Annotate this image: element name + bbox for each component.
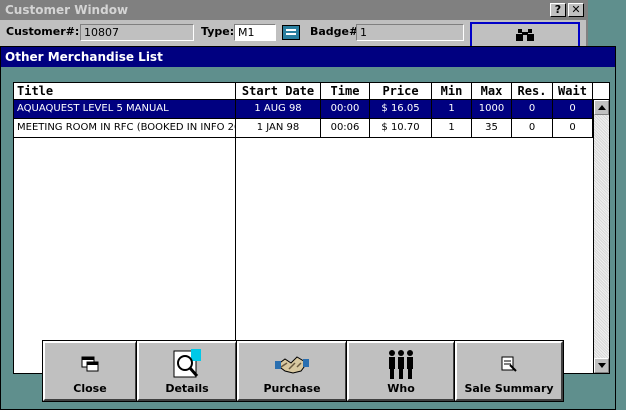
- row-price: $ 10.70: [370, 119, 432, 138]
- scroll-up-icon[interactable]: [594, 100, 609, 115]
- type-field[interactable]: M1: [234, 24, 276, 41]
- column-header-max[interactable]: Max: [472, 83, 512, 100]
- row-res: 0: [512, 119, 553, 138]
- badge-label: Badge#:: [310, 25, 363, 38]
- column-header-res[interactable]: Res.: [512, 83, 553, 100]
- handshake-icon: [275, 349, 309, 379]
- row-wait: 0: [553, 119, 593, 138]
- row-min: 1: [432, 100, 472, 119]
- close-button-label: Close: [73, 382, 107, 395]
- sale-summary-button[interactable]: Sale Summary: [454, 340, 564, 402]
- binoculars-icon: [516, 29, 534, 41]
- close-icon[interactable]: ✕: [568, 3, 584, 17]
- purchase-button[interactable]: Purchase: [236, 340, 348, 402]
- customer-window-title: Customer Window: [5, 3, 129, 17]
- row-wait: 0: [553, 100, 593, 119]
- help-button[interactable]: ?: [550, 3, 566, 17]
- purchase-button-label: Purchase: [263, 382, 321, 395]
- table-row[interactable]: MEETING ROOM IN RFC (BOOKED IN INFO 20 1…: [14, 119, 593, 138]
- type-lookup-icon[interactable]: [282, 25, 300, 40]
- row-title: MEETING ROOM IN RFC (BOOKED IN INFO 20: [14, 119, 236, 138]
- row-max: 35: [472, 119, 512, 138]
- vertical-scrollbar[interactable]: [593, 100, 609, 373]
- column-header-min[interactable]: Min: [432, 83, 472, 100]
- row-start-date: 1 JAN 98: [236, 119, 321, 138]
- column-header-title[interactable]: Title: [14, 83, 236, 100]
- column-header-start-date[interactable]: Start Date: [236, 83, 321, 100]
- details-button[interactable]: Details: [136, 340, 238, 402]
- receipt-icon: [492, 349, 526, 379]
- dialog-title[interactable]: Other Merchandise List: [1, 47, 615, 67]
- who-button[interactable]: Who: [346, 340, 456, 402]
- list-header: Title Start Date Time Price Min Max Res.…: [14, 83, 609, 100]
- row-time: 00:00: [321, 100, 370, 119]
- merchandise-list[interactable]: Title Start Date Time Price Min Max Res.…: [13, 82, 610, 374]
- badge-number-field[interactable]: 1: [356, 24, 464, 41]
- customer-window: Customer Window ? ✕ Customer#: 10807 Typ…: [0, 0, 588, 48]
- customer-window-titlebar[interactable]: Customer Window ? ✕: [0, 0, 588, 20]
- table-row[interactable]: AQUAQUEST LEVEL 5 MANUAL 1 AUG 98 00:00 …: [14, 100, 593, 119]
- details-button-label: Details: [165, 382, 209, 395]
- type-label: Type:: [201, 25, 235, 38]
- people-icon: [384, 349, 418, 379]
- column-divider: [235, 100, 236, 373]
- row-res: 0: [512, 100, 553, 119]
- magnifier-document-icon: [170, 349, 204, 379]
- close-button[interactable]: Close: [42, 340, 138, 402]
- merchandise-dialog: Other Merchandise List Title Start Date …: [0, 46, 616, 410]
- column-header-wait[interactable]: Wait: [553, 83, 593, 100]
- row-min: 1: [432, 119, 472, 138]
- column-header-time[interactable]: Time: [321, 83, 370, 100]
- row-time: 00:06: [321, 119, 370, 138]
- scroll-down-icon[interactable]: [594, 358, 609, 373]
- row-title: AQUAQUEST LEVEL 5 MANUAL: [14, 100, 236, 119]
- find-button[interactable]: [470, 22, 580, 48]
- row-start-date: 1 AUG 98: [236, 100, 321, 119]
- row-price: $ 16.05: [370, 100, 432, 119]
- sale-summary-button-label: Sale Summary: [464, 382, 554, 395]
- customer-number-field[interactable]: 10807: [80, 24, 194, 41]
- row-max: 1000: [472, 100, 512, 119]
- column-header-price[interactable]: Price: [370, 83, 432, 100]
- customer-label: Customer#:: [6, 25, 80, 38]
- close-window-icon: [73, 349, 107, 379]
- who-button-label: Who: [387, 382, 415, 395]
